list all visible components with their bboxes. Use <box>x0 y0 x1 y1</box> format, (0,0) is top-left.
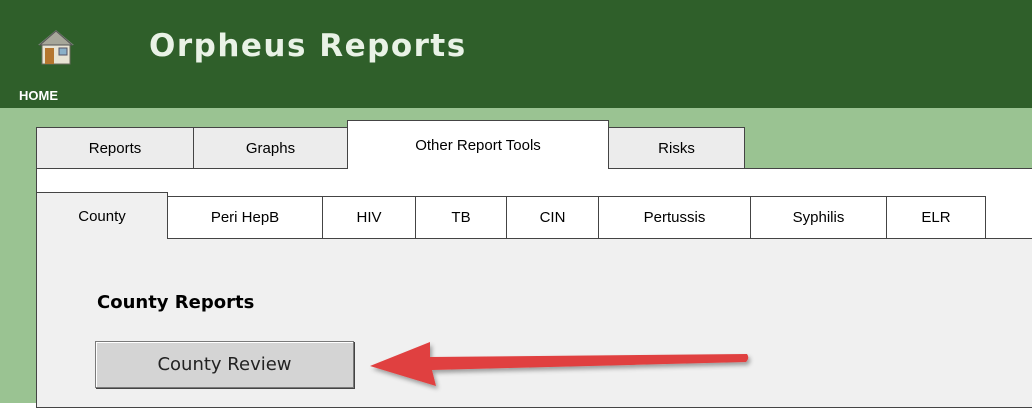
subtab-county[interactable]: County <box>36 192 168 239</box>
home-icon[interactable] <box>36 26 76 66</box>
subtab-elr[interactable]: ELR <box>886 196 986 239</box>
subtab-pertussis[interactable]: Pertussis <box>598 196 751 239</box>
county-review-button[interactable]: County Review <box>95 341 354 388</box>
tab-other-report-tools[interactable]: Other Report Tools <box>347 120 609 169</box>
section-heading: County Reports <box>97 292 255 313</box>
subtab-hiv[interactable]: HIV <box>322 196 416 239</box>
subtab-cin[interactable]: CIN <box>506 196 599 239</box>
subtab-tb[interactable]: TB <box>415 196 507 239</box>
tab-graphs[interactable]: Graphs <box>193 127 348 169</box>
annotation-arrow-icon <box>370 342 749 386</box>
app-title: Orpheus Reports <box>149 28 467 64</box>
tab-risks[interactable]: Risks <box>608 127 745 169</box>
subtab-syphilis[interactable]: Syphilis <box>750 196 887 239</box>
home-link[interactable]: HOME <box>19 88 58 103</box>
tab-reports[interactable]: Reports <box>36 127 194 169</box>
subtab-peri-hepb[interactable]: Peri HepB <box>167 196 323 239</box>
